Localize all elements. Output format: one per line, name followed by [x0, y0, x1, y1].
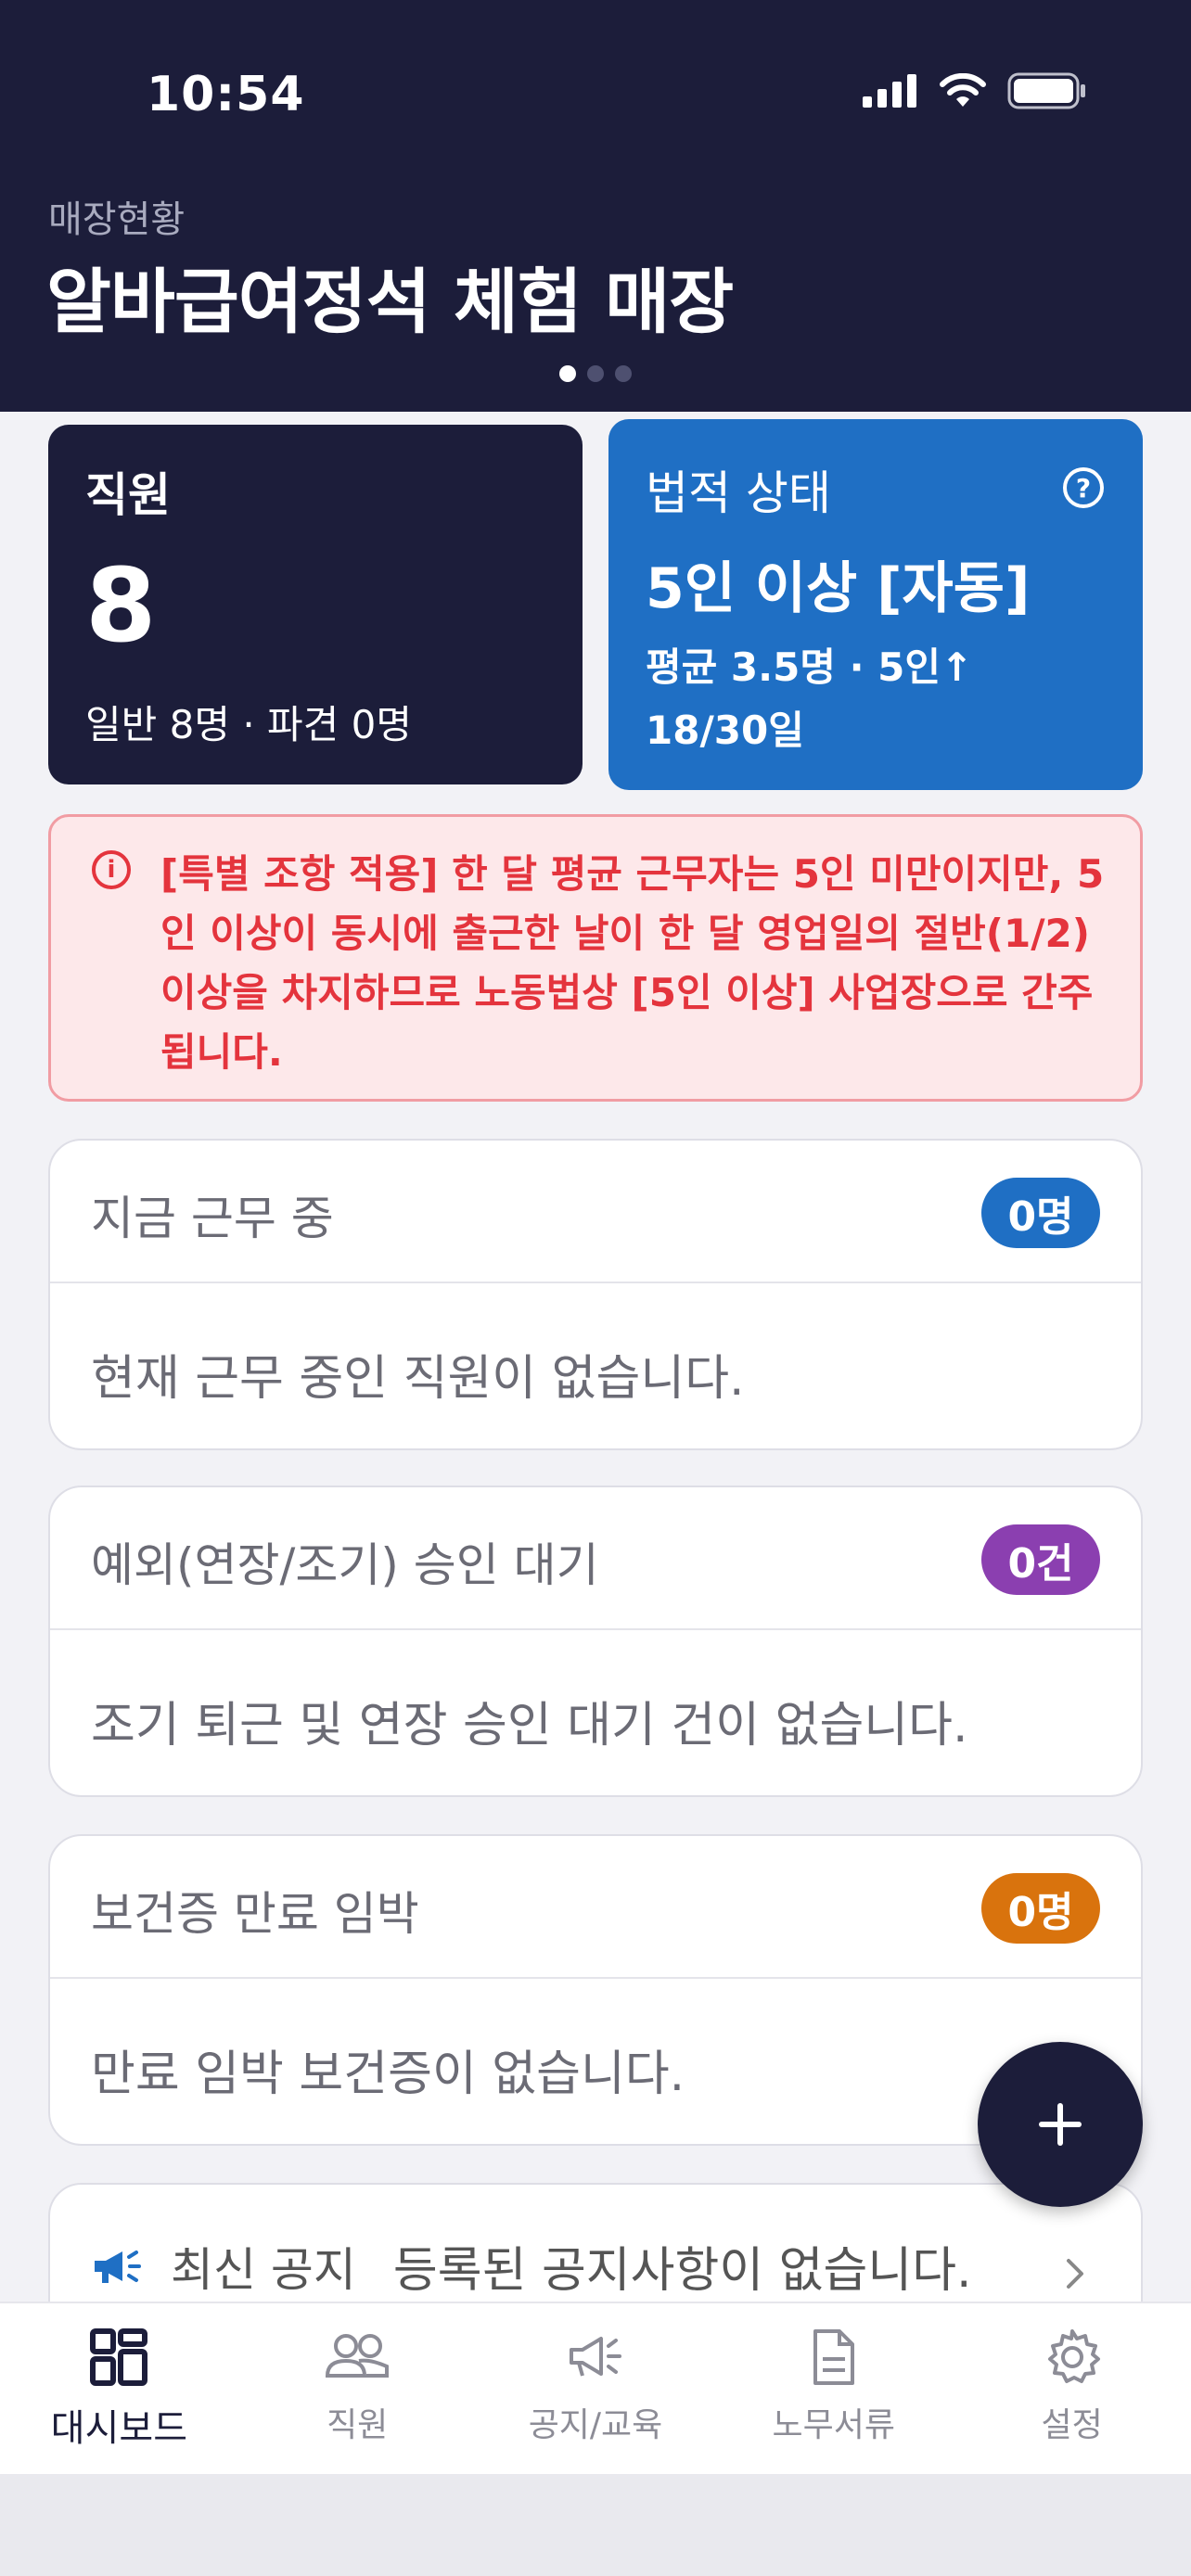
legal-card-label: 법적 상태	[646, 466, 831, 520]
bottom-tab-bar: 대시보드 직원 공지/교육 노무서류 설정	[0, 2302, 1191, 2474]
tab-notice-education[interactable]: 공지/교육	[477, 2303, 715, 2474]
tab-dashboard[interactable]: 대시보드	[0, 2303, 238, 2474]
section-title: 보건증 만료 임박	[91, 1887, 419, 1941]
tab-settings[interactable]: 설정	[953, 2303, 1191, 2474]
add-button[interactable]	[978, 2042, 1143, 2207]
warning-text: [특별 조항 적용] 한 달 평균 근무자는 5인 미만이지만, 5인 이상이 …	[160, 851, 1105, 1075]
special-clause-warning: i [특별 조항 적용] 한 달 평균 근무자는 5인 미만이지만, 5인 이상…	[48, 814, 1143, 1102]
dashboard-icon	[90, 2328, 148, 2386]
legal-days: 18/30일	[646, 708, 804, 753]
chevron-right-icon[interactable]	[1065, 2257, 1085, 2290]
notice-title: 최신 공지	[171, 2242, 356, 2297]
section-header: 지금 근무 중 0명	[50, 1141, 1141, 1283]
staff-count: 8	[85, 546, 157, 665]
wifi-icon	[940, 73, 986, 107]
megaphone-icon	[95, 2250, 141, 2283]
page-subtitle: 매장현황	[48, 198, 186, 241]
count-badge: 0명	[981, 1873, 1100, 1944]
status-icons	[863, 72, 1087, 109]
page-dot[interactable]	[559, 365, 576, 382]
signal-icon	[863, 74, 916, 108]
staff-card-label: 직원	[85, 468, 171, 522]
battery-icon	[1007, 72, 1085, 109]
document-icon	[813, 2329, 854, 2385]
working-now-card[interactable]: 지금 근무 중 0명 현재 근무 중인 직원이 없습니다.	[48, 1139, 1143, 1450]
tab-label: 대시보드	[50, 2407, 187, 2450]
help-icon[interactable]: ?	[1063, 467, 1104, 508]
tab-staff[interactable]: 직원	[238, 2303, 477, 2474]
page-dot[interactable]	[587, 365, 604, 382]
section-title: 지금 근무 중	[91, 1192, 334, 1245]
megaphone-icon	[569, 2337, 621, 2377]
staff-detail: 일반 8명 · 파견 0명	[85, 702, 413, 747]
section-title: 예외(연장/조기) 승인 대기	[91, 1538, 599, 1592]
staff-summary-card[interactable]: 직원 8 일반 8명 · 파견 0명	[48, 425, 583, 784]
page-indicator[interactable]	[0, 365, 1191, 382]
legal-status: 5인 이상 [자동]	[646, 556, 1031, 621]
tab-label: 노무서류	[772, 2406, 896, 2444]
info-icon: i	[92, 850, 131, 889]
legal-average: 평균 3.5명 · 5인↑	[646, 644, 974, 690]
empty-message: 조기 퇴근 및 연장 승인 대기 건이 없습니다.	[91, 1698, 968, 1753]
notice-message: 등록된 공지사항이 없습니다.	[392, 2243, 972, 2299]
store-title: 알바급여정석 체험 매장	[46, 261, 734, 343]
plus-icon	[1039, 2103, 1082, 2146]
page-dot[interactable]	[615, 365, 632, 382]
section-header: 예외(연장/조기) 승인 대기 0건	[50, 1487, 1141, 1630]
count-badge: 0명	[981, 1178, 1100, 1248]
section-header: 보건증 만료 임박 0명	[50, 1836, 1141, 1979]
tab-label: 공지/교육	[528, 2406, 663, 2444]
people-icon	[326, 2334, 390, 2378]
gear-icon	[1047, 2329, 1100, 2383]
count-badge: 0건	[981, 1524, 1100, 1595]
header: 10:54 매장현황 알바급여정석 체험 매장	[0, 0, 1191, 412]
empty-message: 현재 근무 중인 직원이 없습니다.	[91, 1351, 745, 1407]
tab-label: 직원	[327, 2406, 389, 2444]
status-time: 10:54	[147, 67, 305, 122]
legal-status-card[interactable]: 법적 상태 ? 5인 이상 [자동] 평균 3.5명 · 5인↑ 18/30일	[608, 419, 1143, 790]
health-cert-card[interactable]: 보건증 만료 임박 0명 만료 임박 보건증이 없습니다.	[48, 1834, 1143, 2146]
approval-pending-card[interactable]: 예외(연장/조기) 승인 대기 0건 조기 퇴근 및 연장 승인 대기 건이 없…	[48, 1486, 1143, 1797]
empty-message: 만료 임박 보건증이 없습니다.	[91, 2047, 685, 2102]
screen: 10:54 매장현황 알바급여정석 체험 매장 직원 8 일반 8명 · 파견 …	[0, 0, 1191, 2474]
tab-labor-documents[interactable]: 노무서류	[714, 2303, 953, 2474]
notice-row: 최신 공지 등록된 공지사항이 없습니다.	[91, 2231, 1005, 2301]
tab-label: 설정	[1041, 2406, 1103, 2444]
